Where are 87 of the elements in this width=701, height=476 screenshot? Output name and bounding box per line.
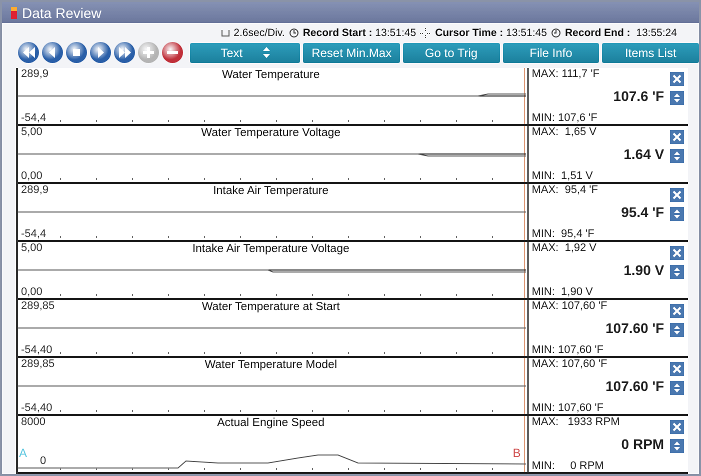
current-value: 107.60 'F <box>606 378 666 394</box>
reorder-icon[interactable] <box>670 265 684 279</box>
time-scale: 2.6sec/Div. <box>234 27 285 40</box>
rewind-icon <box>23 47 35 58</box>
clock-icon <box>550 28 561 38</box>
scale-max: 289,85 <box>21 300 55 312</box>
cursor-b-marker: B <box>512 446 521 460</box>
channel-name: Water Temperature Model <box>204 359 337 371</box>
close-icon[interactable] <box>670 246 684 260</box>
close-icon[interactable] <box>670 130 684 144</box>
channel-name: Water Temperature <box>222 69 320 81</box>
scale-min: 0,00 <box>21 286 42 298</box>
scale-min: 0 <box>40 455 46 467</box>
record-start: Record Start : 13:51:45 <box>302 27 416 40</box>
zoom-out-button[interactable] <box>162 42 183 63</box>
scale-min: 0,00 <box>21 170 42 182</box>
stop-icon <box>73 49 80 56</box>
scale-max: 289,9 <box>21 68 49 80</box>
scale-max: 5,00 <box>21 126 42 138</box>
reorder-icon[interactable] <box>670 381 684 395</box>
scale-max: 5,00 <box>21 242 42 254</box>
window-title: Data Review <box>22 4 102 21</box>
current-value: 107.60 'F <box>606 320 666 336</box>
scale-min: -54,4 <box>21 112 46 124</box>
previous-button[interactable] <box>42 42 63 63</box>
max-reading: MAX: 95,4 'F <box>532 184 599 196</box>
up-down-caret-icon <box>262 47 270 58</box>
scale-min: -54,40 <box>21 344 52 356</box>
close-icon[interactable] <box>670 304 684 318</box>
max-reading: MAX: 107,60 'F <box>532 358 608 370</box>
play-button[interactable] <box>90 42 111 63</box>
scale-min: -54,40 <box>21 402 52 414</box>
channel-name: Water Temperature at Start <box>202 301 340 313</box>
max-reading: MAX: 1,92 V <box>532 242 598 254</box>
close-icon[interactable] <box>670 72 684 86</box>
min-reading: MIN: 107,60 'F <box>532 344 604 356</box>
record-end: Record End : 13:55:24 <box>564 27 677 40</box>
scale-max: 289,9 <box>21 184 49 196</box>
rewind-button[interactable] <box>18 42 39 63</box>
current-value: 95.4 'F <box>621 204 666 220</box>
cursor-time: Cursor Time : 13:51:45 <box>435 27 547 40</box>
crosshair-icon <box>420 28 432 39</box>
reorder-icon[interactable] <box>670 207 684 221</box>
reorder-icon[interactable] <box>670 149 684 163</box>
play-icon <box>98 47 104 58</box>
reorder-icon[interactable] <box>670 323 684 337</box>
toolbar-button[interactable]: Items List <box>602 42 699 62</box>
channel-name: Actual Engine Speed <box>217 417 325 429</box>
current-value: 1.64 V <box>624 146 666 162</box>
toolbar-button[interactable]: Reset Min.Max <box>303 42 400 62</box>
min-reading: MIN: 107,6 'F <box>532 112 598 124</box>
clock-icon <box>288 28 299 38</box>
min-reading: MIN: 107,60 'F <box>532 402 604 414</box>
reorder-icon[interactable] <box>670 439 684 453</box>
close-icon[interactable] <box>670 362 684 376</box>
current-value: 1.90 V <box>624 262 666 278</box>
toolbar-button[interactable]: File Info <box>502 42 600 62</box>
cursor-a-marker: A <box>19 446 28 460</box>
min-reading: MIN: 1,51 V <box>532 170 594 182</box>
min-reading: MIN: 1,90 V <box>532 286 594 298</box>
stop-button[interactable] <box>66 42 87 63</box>
scale-min: -54,4 <box>21 228 46 240</box>
min-reading: MIN: 95,4 'F <box>532 228 596 240</box>
previous-icon <box>49 47 55 58</box>
time-scale-icon <box>220 30 230 37</box>
current-value: 107.6 'F <box>613 88 666 104</box>
scale-max: 8000 <box>21 416 46 428</box>
max-reading: MAX: 107,60 'F <box>532 300 608 312</box>
current-value: 0 RPM <box>621 436 666 452</box>
minus-icon <box>167 51 178 54</box>
max-reading: MAX: 1933 RPM <box>532 416 621 428</box>
max-reading: MAX: 111,7 'F <box>532 68 600 80</box>
app-icon <box>10 6 18 20</box>
channel-name: Intake Air Temperature Voltage <box>192 243 350 255</box>
max-reading: MAX: 1,65 V <box>532 126 598 138</box>
min-reading: MIN: 0 RPM <box>532 460 605 472</box>
plus-icon <box>143 47 154 58</box>
toolbar-button[interactable]: Go to Trig <box>402 42 500 62</box>
close-icon[interactable] <box>670 188 684 202</box>
mode-select[interactable]: Text <box>190 42 300 62</box>
channel-name: Water Temperature Voltage <box>201 127 341 139</box>
fast-forward-button[interactable] <box>114 42 135 63</box>
channel-name: Intake Air Temperature <box>213 185 329 197</box>
scale-max: 289,85 <box>21 358 55 370</box>
fast-forward-icon <box>119 47 131 58</box>
reorder-icon[interactable] <box>670 91 684 105</box>
close-icon[interactable] <box>670 420 684 434</box>
